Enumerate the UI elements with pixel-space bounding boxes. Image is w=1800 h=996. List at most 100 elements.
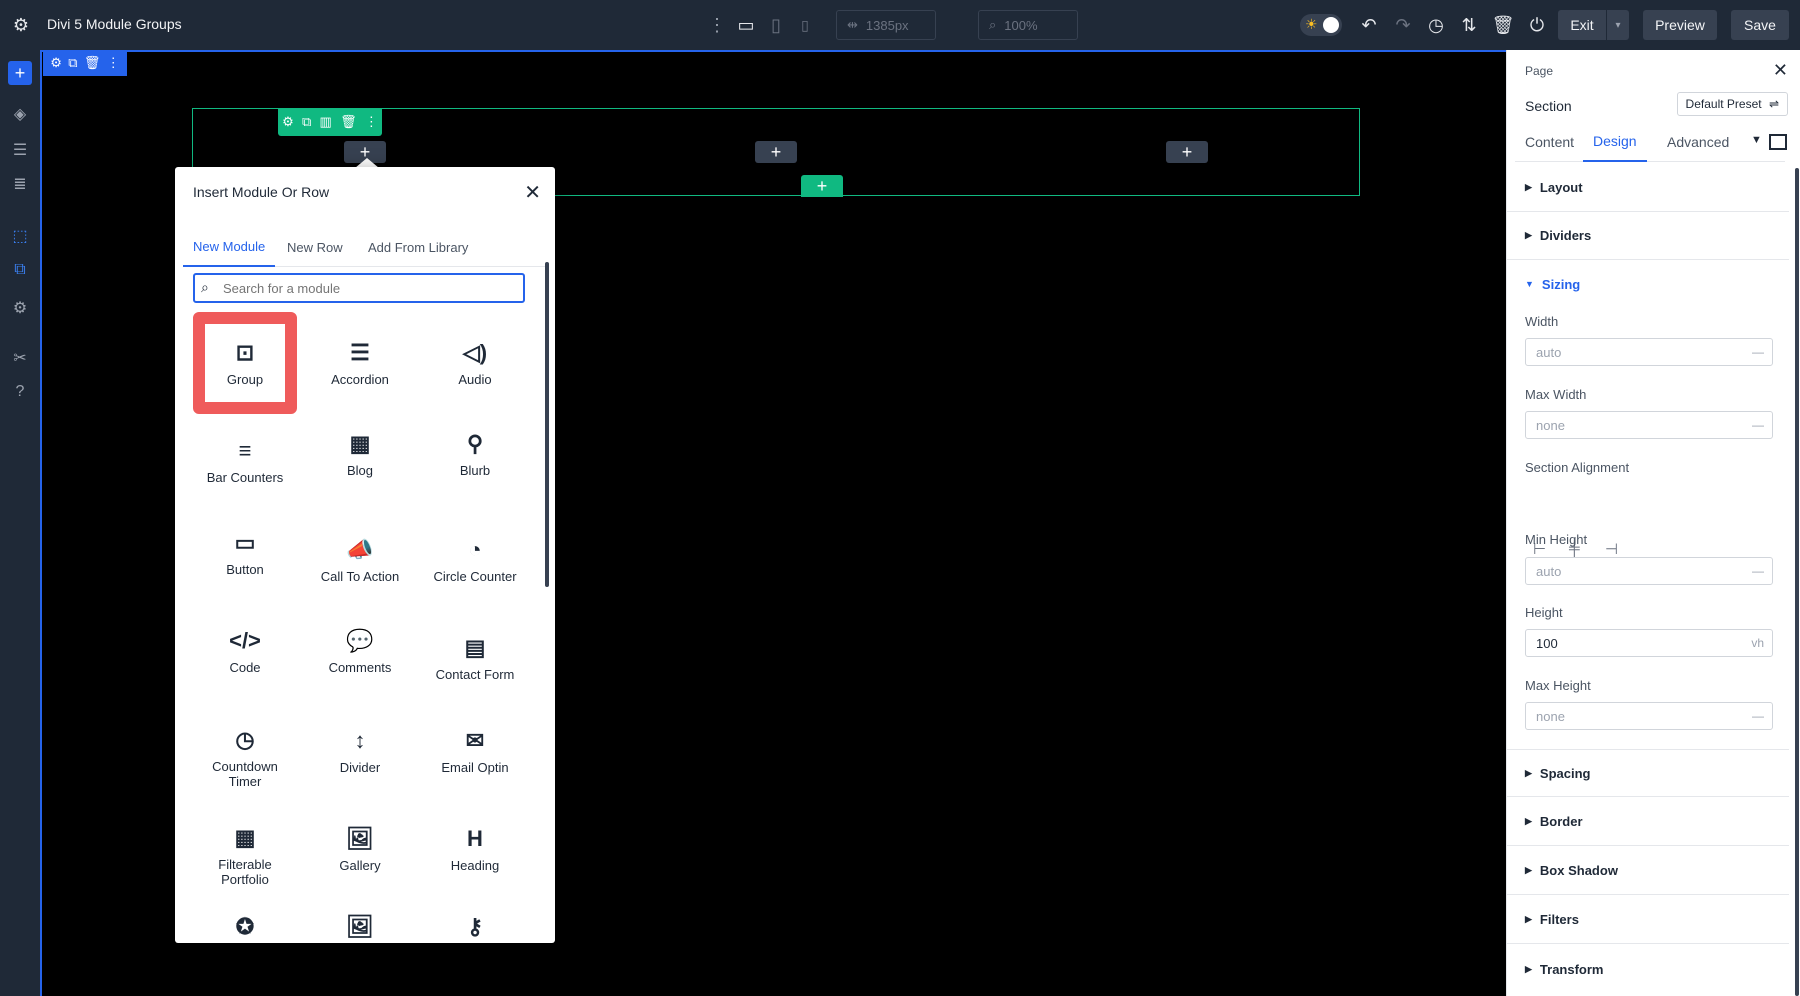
tablet-view-icon[interactable]: ▯ <box>766 14 786 36</box>
module-comments[interactable]: 💬 Comments <box>308 600 412 702</box>
row-delete-icon[interactable]: 🗑 <box>340 114 357 130</box>
section-transform[interactable]: ▶ Transform <box>1507 945 1789 993</box>
trash-icon[interactable]: 🗑 <box>1492 14 1514 36</box>
filterable-portfolio-icon: ▦ <box>235 825 256 851</box>
tab-content[interactable]: Content <box>1515 122 1584 162</box>
section-duplicate-icon[interactable]: ⧉ <box>68 55 77 71</box>
add-icon[interactable]: + <box>8 61 32 85</box>
phone-view-icon[interactable]: ▯ <box>796 14 814 36</box>
module-label: Blurb <box>460 463 490 478</box>
preview-button[interactable]: Preview <box>1643 10 1717 40</box>
section-border[interactable]: ▶ Border <box>1507 798 1789 846</box>
module-divider[interactable]: ↕ Divider <box>308 700 412 802</box>
multi-select-icon[interactable]: ⧉ <box>8 258 32 282</box>
more-vertical-icon[interactable]: ⋮ <box>710 14 724 36</box>
width-input[interactable]: auto — <box>1525 338 1773 366</box>
module-login[interactable]: ⚷ <box>423 879 527 943</box>
column-2-add-module-button[interactable]: + <box>755 141 797 163</box>
column-3-add-module-button[interactable]: + <box>1166 141 1208 163</box>
page-settings-icon[interactable]: ⚙ <box>8 296 32 320</box>
module-image[interactable]: 🖼 <box>308 879 412 943</box>
section-filters[interactable]: ▶ Filters <box>1507 896 1789 944</box>
module-circle-counter[interactable]: ◔ Circle Counter <box>423 509 527 611</box>
caret-right-icon: ▶ <box>1525 182 1532 193</box>
section-box-shadow[interactable]: ▶ Box Shadow <box>1507 847 1789 895</box>
save-button[interactable]: Save <box>1731 10 1789 40</box>
row-settings-icon[interactable]: ⚙ <box>282 114 294 130</box>
layers-icon[interactable]: ◈ <box>8 102 32 126</box>
module-contact-form[interactable]: ▤ Contact Form <box>423 607 527 709</box>
height-input[interactable]: 100 vh <box>1525 629 1773 657</box>
exit-dropdown-button[interactable]: ▾ <box>1607 10 1629 40</box>
history-icon[interactable]: ◷ <box>1425 14 1447 36</box>
module-group[interactable]: ⊡ Group <box>193 312 297 414</box>
modal-tabs: New Module New Row Add From Library <box>183 227 547 267</box>
database-icon[interactable]: ☰ <box>8 138 32 162</box>
module-label: Email Optin <box>441 760 508 775</box>
settings-gear-icon[interactable]: ⚙ <box>10 14 32 36</box>
canvas-width-field[interactable]: ⇹ 1385px <box>836 10 936 40</box>
zoom-field[interactable]: ⌕ 100% <box>978 10 1078 40</box>
breadcrumb[interactable]: Page <box>1525 64 1553 78</box>
section-spacing[interactable]: ▶ Spacing <box>1507 749 1789 797</box>
sort-icon[interactable]: ⇅ <box>1458 14 1480 36</box>
module-code[interactable]: </> Code <box>193 600 297 702</box>
panel-scrollbar[interactable] <box>1795 168 1799 996</box>
list-icon[interactable]: ≣ <box>8 172 32 196</box>
module-blurb[interactable]: ⚲ Blurb <box>423 403 527 505</box>
max-width-input[interactable]: none — <box>1525 411 1773 439</box>
tab-advanced[interactable]: Advanced <box>1657 122 1739 162</box>
preset-dropdown[interactable]: Default Preset ⇌ <box>1677 92 1788 116</box>
modal-scrollbar[interactable] <box>545 262 549 587</box>
close-icon[interactable]: ✕ <box>1773 60 1788 81</box>
align-right-icon[interactable]: ⊣ <box>1605 540 1618 558</box>
module-email-optin[interactable]: ✉ Email Optin <box>423 700 527 802</box>
module-accordion[interactable]: ☰ Accordion <box>308 312 412 414</box>
code-icon: </> <box>229 628 261 654</box>
tab-new-module[interactable]: New Module <box>183 227 275 267</box>
desktop-view-icon[interactable]: ▭ <box>734 14 758 36</box>
panel-layout-toggle-icon[interactable] <box>1769 134 1787 150</box>
insert-module-modal: Insert Module Or Row ✕ New Module New Ro… <box>175 167 555 943</box>
module-blog[interactable]: ▦ Blog <box>308 403 412 505</box>
tab-design[interactable]: Design <box>1583 122 1647 162</box>
help-icon[interactable]: ? <box>8 380 32 404</box>
module-countdown-timer[interactable]: ◷ Countdown Timer <box>193 707 297 809</box>
width-arrows-icon: ⇹ <box>847 17 858 33</box>
module-audio[interactable]: ◁) Audio <box>423 312 527 414</box>
module-bar-counters[interactable]: ≡ Bar Counters <box>193 410 297 512</box>
power-icon[interactable]: ⏻ <box>1526 14 1548 36</box>
section-settings-icon[interactable]: ⚙ <box>50 55 62 71</box>
preset-label: Default Preset <box>1686 97 1762 111</box>
row-more-icon[interactable]: ⋮ <box>365 114 378 130</box>
exit-button[interactable]: Exit <box>1558 10 1606 40</box>
redo-icon[interactable]: ↷ <box>1392 14 1414 36</box>
row-columns-icon[interactable]: ▥ <box>320 114 332 130</box>
height-label: Height <box>1525 605 1563 620</box>
min-height-input[interactable]: auto — <box>1525 557 1773 585</box>
module-call-to-action[interactable]: 📣 Call To Action <box>308 509 412 611</box>
undo-icon[interactable]: ↶ <box>1358 14 1380 36</box>
tab-new-row[interactable]: New Row <box>277 227 353 267</box>
tools-icon[interactable]: ✂ <box>8 346 32 370</box>
module-icon[interactable]: ✪ <box>193 879 297 943</box>
theme-toggle[interactable]: ☀ <box>1300 14 1342 36</box>
section-more-icon[interactable]: ⋮ <box>107 55 120 71</box>
add-row-button[interactable]: + <box>801 175 843 197</box>
row-duplicate-icon[interactable]: ⧉ <box>302 114 311 130</box>
min-height-value: auto <box>1536 564 1561 579</box>
module-search-input[interactable] <box>193 273 525 303</box>
caret-right-icon: ▶ <box>1525 768 1532 779</box>
select-pointer-icon[interactable]: ⬚ <box>8 224 32 248</box>
module-button[interactable]: ▭ Button <box>193 502 297 604</box>
max-height-input[interactable]: none — <box>1525 702 1773 730</box>
group-icon: ⊡ <box>236 340 254 366</box>
height-unit: vh <box>1751 636 1764 650</box>
section-layout[interactable]: ▶ Layout <box>1507 164 1789 212</box>
section-delete-icon[interactable]: 🗑 <box>84 55 101 71</box>
tabs-more-chevron-icon[interactable]: ▼ <box>1751 134 1762 146</box>
section-sizing[interactable]: ▼ Sizing <box>1507 260 1789 308</box>
tab-add-from-library[interactable]: Add From Library <box>358 227 478 267</box>
section-dividers[interactable]: ▶ Dividers <box>1507 212 1789 260</box>
close-icon[interactable]: ✕ <box>524 180 541 205</box>
